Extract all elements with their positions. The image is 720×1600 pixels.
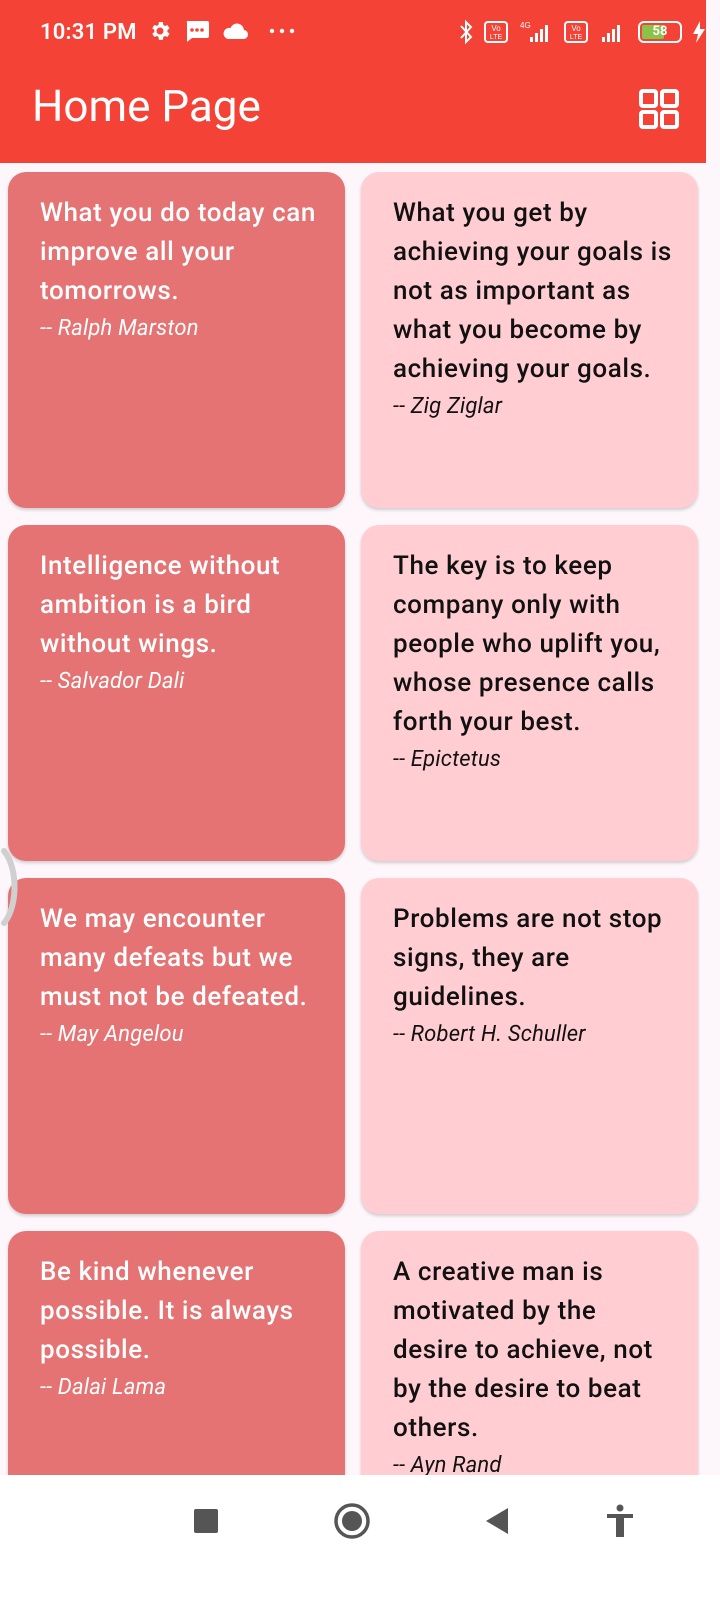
quote-text: The key is to keep company only with peo… (393, 551, 661, 737)
signal-icon (602, 25, 620, 42)
svg-text:LTE: LTE (490, 34, 503, 41)
quote-card[interactable]: A creative man is motivated by the desir… (361, 1231, 698, 1475)
quote-author: -- Dalai Lama (40, 1375, 167, 1400)
volte-icon: Vo LTE (564, 21, 588, 43)
quote-content: A creative man is motivated by the desir… (393, 1253, 673, 1475)
quote-text: A creative man is motivated by the desir… (393, 1257, 653, 1443)
charging-icon (693, 21, 705, 43)
svg-text:LTE: LTE (570, 34, 583, 41)
quote-text: What you do today can improve all your t… (40, 198, 316, 306)
quote-text: Problems are not stop signs, they are gu… (393, 904, 663, 1012)
quote-author: -- Zig Ziglar (393, 394, 503, 419)
svg-text:4G: 4G (520, 21, 531, 30)
page-title: Home Page (32, 80, 261, 132)
quote-card[interactable]: The key is to keep company only with peo… (361, 525, 698, 861)
svg-text:Vo: Vo (571, 24, 581, 33)
home-icon[interactable] (330, 1499, 374, 1543)
back-icon[interactable] (474, 1499, 518, 1543)
quote-author: -- Epictetus (393, 747, 502, 772)
more-icon (269, 28, 295, 34)
quote-author: -- May Angelou (40, 1022, 184, 1047)
battery-icon: 58 (638, 21, 682, 43)
volte-icon: Vo LTE (484, 21, 508, 43)
recents-icon[interactable] (184, 1499, 228, 1543)
quote-text: Be kind whenever possible. It is always … (40, 1257, 294, 1365)
status-bar: 10:31 PM Vo LTE 4G Vo LTE 58 (0, 0, 706, 68)
quote-card[interactable]: We may encounter many defeats but we mus… (8, 878, 345, 1214)
gear-icon (152, 22, 170, 40)
quote-card[interactable]: Problems are not stop signs, they are gu… (361, 878, 698, 1214)
svg-text:Vo: Vo (491, 24, 501, 33)
battery-level: 58 (652, 24, 668, 39)
edge-swipe-handle[interactable] (0, 847, 22, 927)
grid-view-icon[interactable] (638, 88, 680, 130)
quote-text: What you get by achieving your goals is … (393, 198, 672, 384)
quote-author: -- Ralph Marston (40, 316, 199, 341)
quote-card[interactable]: What you get by achieving your goals is … (361, 172, 698, 508)
quote-content: What you do today can improve all your t… (40, 194, 320, 347)
quote-author: -- Salvador Dali (40, 669, 185, 694)
quote-grid: What you do today can improve all your t… (0, 163, 706, 1475)
quote-card[interactable]: Be kind whenever possible. It is always … (8, 1231, 345, 1475)
navigation-bar (0, 1475, 720, 1600)
quote-content: Problems are not stop signs, they are gu… (393, 900, 673, 1053)
quote-card[interactable]: What you do today can improve all your t… (8, 172, 345, 508)
quote-content: Be kind whenever possible. It is always … (40, 1253, 320, 1406)
message-icon (186, 21, 209, 42)
quote-content: Intelligence without ambition is a bird … (40, 547, 320, 700)
quote-content: We may encounter many defeats but we mus… (40, 900, 320, 1053)
accessibility-icon[interactable] (598, 1499, 642, 1543)
quote-text: We may encounter many defeats but we mus… (40, 904, 308, 1012)
cloud-icon (223, 23, 249, 40)
status-time: 10:31 PM (40, 20, 137, 45)
quote-card[interactable]: Intelligence without ambition is a bird … (8, 525, 345, 861)
quote-content: The key is to keep company only with peo… (393, 547, 673, 778)
signal-icon: 4G (520, 21, 548, 42)
bluetooth-icon (460, 19, 473, 45)
quote-author: -- Robert H. Schuller (393, 1022, 586, 1047)
quote-author: -- Ayn Rand (393, 1453, 502, 1475)
quote-text: Intelligence without ambition is a bird … (40, 551, 281, 659)
app-header: 10:31 PM Vo LTE 4G Vo LTE 58 Home Page (0, 0, 706, 163)
quote-content: What you get by achieving your goals is … (393, 194, 673, 425)
